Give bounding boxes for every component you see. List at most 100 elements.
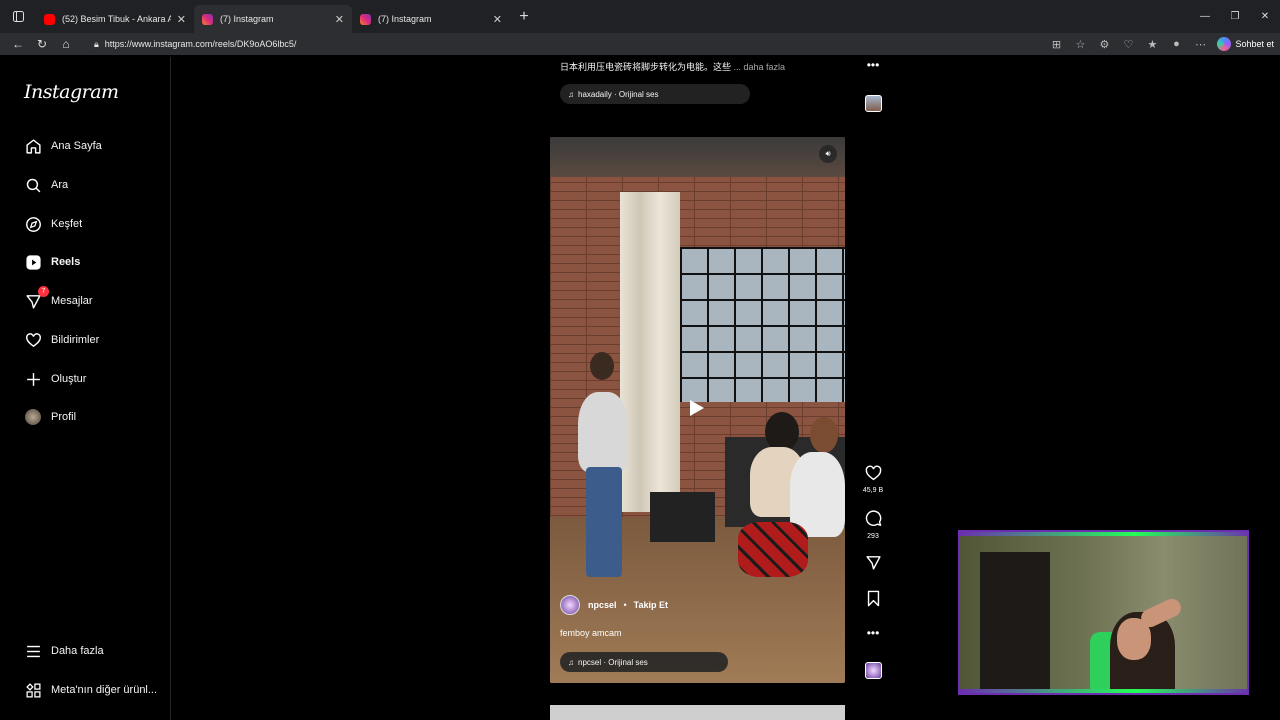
like-count: 45,9 B <box>862 487 884 494</box>
nav-messages[interactable]: 7 Mesajlar <box>24 286 93 313</box>
heart-icon <box>865 465 881 481</box>
prev-reel-audio-text: haxadaily · Orijinal ses <box>578 89 659 99</box>
home-icon <box>24 137 42 155</box>
share-button[interactable] <box>862 554 884 576</box>
browser-essentials-icon[interactable]: ♡ <box>1121 38 1135 51</box>
lock-icon: 🔒︎ <box>94 38 99 49</box>
prev-reel-more-options-icon[interactable]: ••• <box>864 58 882 72</box>
reel-video[interactable]: 🔊︎ npcsel • Takip Et femboy amcam ♫ npcs… <box>550 137 845 683</box>
url-field[interactable]: 🔒︎ https://www.instagram.com/reels/DK9oA… <box>86 34 1086 54</box>
avatar <box>24 408 42 426</box>
close-window-button[interactable]: ✕ <box>1250 0 1280 33</box>
music-note-icon: ♫ <box>568 657 574 667</box>
reel-caption: femboy amcam <box>560 628 622 638</box>
webcam-frame-bottom <box>960 689 1247 693</box>
play-icon[interactable] <box>683 393 711 423</box>
messenger-icon: 7 <box>24 286 49 310</box>
restore-button[interactable]: ❐ <box>1220 0 1250 33</box>
close-tab-icon[interactable]: ✕ <box>493 13 502 26</box>
bookmark-icon <box>867 590 879 607</box>
video-scene-curtain <box>620 192 680 512</box>
prev-reel-audio-thumbnail[interactable] <box>865 95 882 112</box>
reel-author: npcsel • Takip Et <box>560 595 668 615</box>
nav-label: Oluştur <box>51 373 87 385</box>
comment-icon <box>865 510 881 526</box>
prev-reel-description: 日本利用压电瓷砖将脚步转化为电能。这些 ... daha fazla <box>560 60 785 73</box>
tab-actions-icon <box>12 11 24 22</box>
notification-badge: 7 <box>38 286 49 297</box>
browser-tab-instagram-active[interactable]: (7) Instagram ✕ <box>194 5 352 33</box>
more-link[interactable]: ... daha fazla <box>731 62 786 72</box>
menu-icon <box>24 642 42 660</box>
share-icon <box>865 556 881 570</box>
author-avatar[interactable] <box>560 595 580 615</box>
next-reel-video[interactable] <box>550 705 845 720</box>
music-note-icon: ♫ <box>568 89 574 99</box>
nav-meta-apps[interactable]: Meta'nın diğer ürünl... <box>24 678 157 702</box>
nav-label: Ara <box>51 179 69 191</box>
app-install-icon[interactable]: ⊞ <box>1049 38 1063 51</box>
window-controls: — ❐ ✕ <box>1190 0 1280 33</box>
tab-actions-button[interactable] <box>0 0 36 33</box>
reel-audio-text: npcsel · Orijinal ses <box>578 657 648 667</box>
instagram-icon <box>360 13 371 25</box>
nav-more[interactable]: Daha fazla <box>24 639 104 663</box>
profile-icon[interactable]: ● <box>1169 38 1183 50</box>
close-tab-icon[interactable]: ✕ <box>335 13 344 26</box>
nav-label: Bildirimler <box>51 334 100 346</box>
address-bar-row: ← ↻ ⌂ 🔒︎ https://www.instagram.com/reels… <box>0 33 1280 55</box>
character-head <box>810 417 838 453</box>
nav-home[interactable]: Ana Sayfa <box>24 134 102 158</box>
video-scene-window <box>680 247 845 402</box>
save-button[interactable] <box>862 590 884 612</box>
nav-search[interactable]: Ara <box>24 173 68 197</box>
more-menu-icon[interactable]: ⋯ <box>1193 38 1207 51</box>
reel-audio-thumbnail[interactable] <box>865 662 882 679</box>
copilot-button[interactable]: Sohbet et <box>1217 37 1274 51</box>
home-button[interactable]: ⌂ <box>54 37 78 51</box>
youtube-icon <box>44 13 55 25</box>
webcam-overlay <box>958 530 1249 695</box>
close-tab-icon[interactable]: ✕ <box>177 13 186 26</box>
new-tab-button[interactable]: + <box>510 8 538 26</box>
comment-button[interactable]: 293 <box>862 510 884 540</box>
back-button[interactable]: ← <box>6 37 30 51</box>
character-head <box>590 352 614 380</box>
reel-audio-link[interactable]: ♫ npcsel · Orijinal ses <box>560 652 728 672</box>
nav-create[interactable]: Oluştur <box>24 367 86 391</box>
prev-reel-audio-link[interactable]: ♫ haxadaily · Orijinal ses <box>560 84 750 104</box>
extensions-icon[interactable]: ⚙ <box>1097 38 1111 51</box>
nav-explore[interactable]: Keşfet <box>24 212 82 236</box>
search-icon <box>24 176 42 194</box>
nav-reels[interactable]: Reels <box>24 250 80 274</box>
nav-profile[interactable]: Profil <box>24 405 76 429</box>
nav-notifications[interactable]: Bildirimler <box>24 328 99 352</box>
nav-label: Keşfet <box>51 218 83 230</box>
nav-label: Meta'nın diğer ürünl... <box>51 684 158 696</box>
compass-icon <box>24 215 42 233</box>
instagram-sidebar: Instagram Ana Sayfa Ara Keşfet Reels 7 M… <box>8 57 171 720</box>
tab-title: (7) Instagram <box>220 14 274 24</box>
favorites-icon[interactable]: ★ <box>1145 38 1159 51</box>
refresh-button[interactable]: ↻ <box>30 37 54 51</box>
author-username[interactable]: npcsel <box>588 600 617 610</box>
comment-count: 293 <box>867 533 879 540</box>
follow-button[interactable]: Takip Et <box>634 600 668 610</box>
character-legs <box>586 467 622 577</box>
video-scene-cabinet <box>650 492 715 542</box>
browser-tab-youtube[interactable]: (52) Besim Tibuk - Ankara Allahın ✕ <box>36 5 194 33</box>
copilot-label: Sohbet et <box>1235 39 1274 49</box>
nav-label: Ana Sayfa <box>51 140 102 152</box>
volume-icon[interactable]: 🔊︎ <box>819 145 837 163</box>
minimize-button[interactable]: — <box>1190 0 1220 33</box>
instagram-logo[interactable]: Instagram <box>24 81 119 103</box>
favorite-star-icon[interactable]: ☆ <box>1073 38 1087 51</box>
reels-icon <box>24 253 42 271</box>
webcam-frame-top <box>960 532 1247 536</box>
nav-label: Daha fazla <box>51 645 104 657</box>
browser-tab-instagram[interactable]: (7) Instagram ✕ <box>352 5 510 33</box>
instagram-icon <box>202 13 213 25</box>
webcam-shelf <box>980 552 1050 692</box>
more-options-icon[interactable]: ••• <box>864 626 882 640</box>
like-button[interactable]: 45,9 B <box>862 465 884 494</box>
